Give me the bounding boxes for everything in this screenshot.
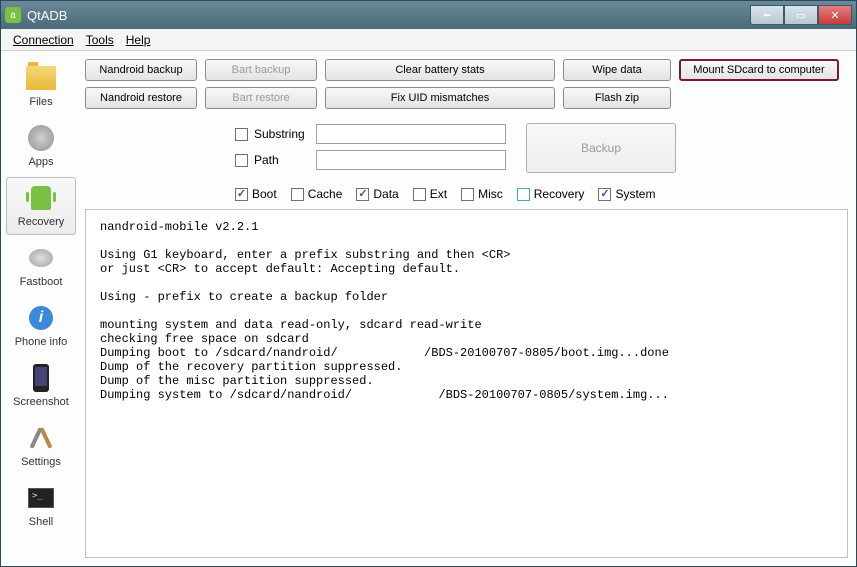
checkbox-line: Boot Cache Data Ext Misc Recovery System [235,187,848,201]
sidebar-item-files[interactable]: Files [6,57,76,115]
android-icon [25,182,57,214]
clear-battery-button[interactable]: Clear battery stats [325,59,555,81]
phone-icon [25,362,57,394]
flash-zip-button[interactable]: Flash zip [563,87,671,109]
console-output[interactable]: nandroid-mobile v2.2.1 Using G1 keyboard… [85,209,848,558]
button-row-2: Nandroid restore Bart restore Fix UID mi… [85,87,848,109]
cache-label: Cache [308,187,343,201]
menu-connection[interactable]: Connection [9,31,78,49]
path-label: Path [254,153,310,167]
system-checkbox[interactable] [598,188,611,201]
sidebar-item-label: Shell [29,516,53,528]
recovery-checkbox[interactable] [517,188,530,201]
path-checkbox[interactable] [235,154,248,167]
sidebar-item-recovery[interactable]: Recovery [6,177,76,235]
boot-label: Boot [252,187,277,201]
fastboot-icon [25,242,57,274]
nandroid-backup-button[interactable]: Nandroid backup [85,59,197,81]
data-label: Data [373,187,398,201]
info-icon: i [25,302,57,334]
system-label: System [615,187,655,201]
options-left: Substring Path [235,123,506,171]
misc-checkbox[interactable] [461,188,474,201]
recovery-label: Recovery [534,187,585,201]
substring-checkbox[interactable] [235,128,248,141]
ext-checkbox[interactable] [413,188,426,201]
minimize-button[interactable]: ━ [750,5,784,25]
bart-restore-button: Bart restore [205,87,317,109]
sidebar-item-label: Screenshot [13,396,69,408]
fix-uid-button[interactable]: Fix UID mismatches [325,87,555,109]
sidebar-item-label: Files [29,96,52,108]
substring-label: Substring [254,127,310,141]
titlebar[interactable]: a QtADB ━ ▭ ✕ [1,1,856,29]
close-button[interactable]: ✕ [818,5,852,25]
options-area: Substring Path Backup [235,123,848,173]
gear-icon [25,122,57,154]
path-input[interactable] [316,150,506,170]
nandroid-restore-button[interactable]: Nandroid restore [85,87,197,109]
window-buttons: ━ ▭ ✕ [750,5,852,25]
misc-label: Misc [478,187,503,201]
data-checkbox[interactable] [356,188,369,201]
sidebar-item-apps[interactable]: Apps [6,117,76,175]
content-area: Files Apps Recovery Fastboot i Phone inf… [1,51,856,566]
sidebar-item-screenshot[interactable]: Screenshot [6,357,76,415]
window-title: QtADB [27,8,750,23]
terminal-icon [25,482,57,514]
tools-icon [25,422,57,454]
sidebar-item-shell[interactable]: Shell [6,477,76,535]
bart-backup-button: Bart backup [205,59,317,81]
app-window: a QtADB ━ ▭ ✕ Connection Tools Help File… [0,0,857,567]
folder-icon [25,62,57,94]
sidebar-item-label: Settings [21,456,61,468]
substring-input[interactable] [316,124,506,144]
sidebar-item-fastboot[interactable]: Fastboot [6,237,76,295]
boot-checkbox[interactable] [235,188,248,201]
sidebar-item-label: Recovery [18,216,64,228]
sidebar-item-settings[interactable]: Settings [6,417,76,475]
sidebar-item-label: Fastboot [20,276,63,288]
app-icon: a [5,7,21,23]
backup-button: Backup [526,123,676,173]
sidebar-item-phoneinfo[interactable]: i Phone info [6,297,76,355]
sidebar: Files Apps Recovery Fastboot i Phone inf… [1,51,81,566]
cache-checkbox[interactable] [291,188,304,201]
ext-label: Ext [430,187,447,201]
sidebar-item-label: Phone info [15,336,68,348]
menu-tools[interactable]: Tools [82,31,118,49]
mount-sdcard-button[interactable]: Mount SDcard to computer [679,59,839,81]
sidebar-item-label: Apps [28,156,53,168]
wipe-data-button[interactable]: Wipe data [563,59,671,81]
maximize-button[interactable]: ▭ [784,5,818,25]
button-row-1: Nandroid backup Bart backup Clear batter… [85,59,848,81]
menu-help[interactable]: Help [122,31,155,49]
main-panel: Nandroid backup Bart backup Clear batter… [81,51,856,566]
menubar: Connection Tools Help [1,29,856,51]
